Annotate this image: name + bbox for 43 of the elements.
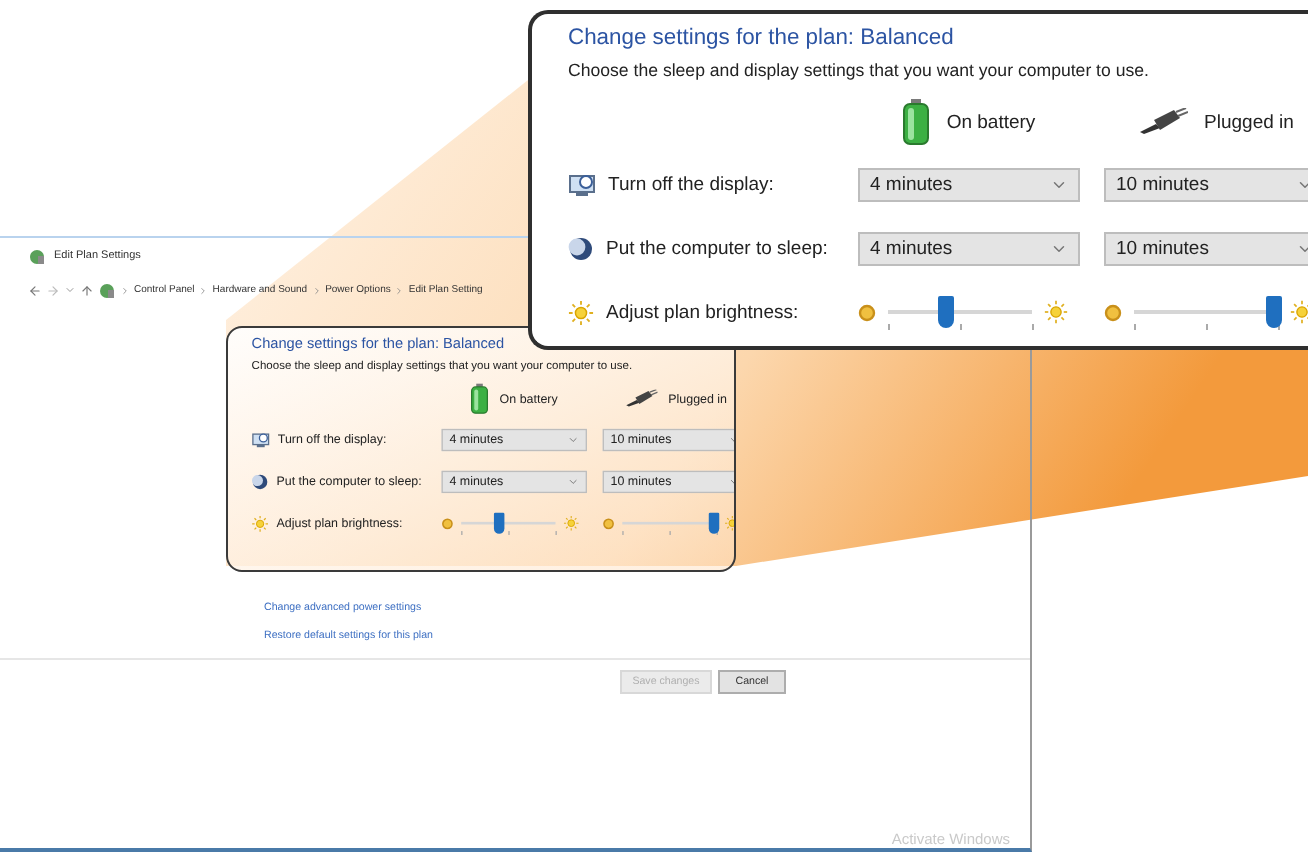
globe-battery-icon [28,247,46,265]
slider-thumb[interactable] [493,512,505,534]
moon-icon [251,472,269,490]
chevron-right-icon [198,285,209,295]
setting-label: Put the computer to sleep: [606,237,828,259]
monitor-clock-icon [251,430,270,448]
battery-icon [470,383,490,415]
column-header: On battery [946,111,1036,133]
back-icon[interactable] [28,283,42,297]
dim-sun-icon [858,303,876,321]
globe-battery-icon [98,281,116,299]
chevron-right-icon [311,285,322,295]
time-dropdown[interactable]: 10 minutes [1104,231,1308,265]
moon-icon [568,235,594,261]
sun-icon [568,299,594,325]
up-icon[interactable] [80,283,94,297]
column-header: Plugged in [1204,111,1294,133]
sun-icon [1044,300,1068,324]
dim-sun-icon [441,517,454,530]
plug-icon [623,389,658,408]
battery-icon [902,98,931,146]
brightness-slider[interactable] [622,512,717,534]
sun-icon [1290,300,1308,324]
plan-title: Change settings for the plan: Balanced [568,26,954,50]
slider-thumb[interactable] [708,512,719,534]
setting-label: Turn off the display: [608,173,774,195]
slider-thumb[interactable] [1265,296,1282,328]
plug-icon [1136,108,1189,136]
chevron-right-icon [120,285,130,295]
brightness-slider[interactable] [1134,296,1278,328]
dim-sun-icon [602,517,615,530]
time-dropdown[interactable]: 4 minutes [858,167,1080,201]
slider-thumb[interactable] [937,296,954,328]
plan-description: Choose the sleep and display settings that you want your computer to use. [568,60,1149,80]
monitor-clock-icon [568,171,596,197]
dim-sun-icon [1104,303,1122,321]
time-dropdown[interactable]: 4 minutes [858,231,1080,265]
brightness-slider[interactable] [461,512,556,534]
sun-icon [563,515,580,532]
chevron-right-icon [394,285,405,295]
time-dropdown[interactable]: 10 minutes [1104,167,1308,201]
brightness-slider[interactable] [888,296,1032,328]
setting-label: Adjust plan brightness: [606,301,799,323]
